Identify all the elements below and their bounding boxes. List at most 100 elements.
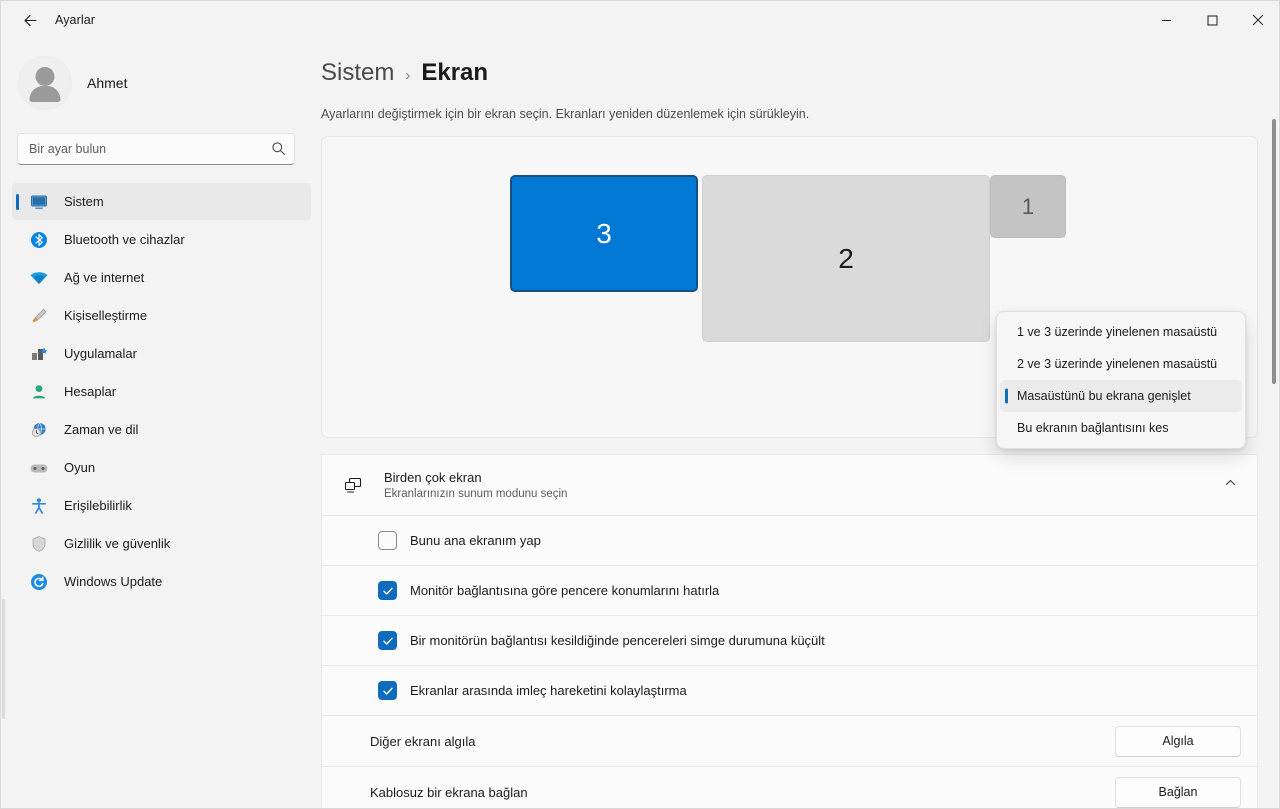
sidebar: Ahmet Sistem	[1, 39, 321, 808]
menu-item-label: 1 ve 3 üzerinde yinelenen masaüstü	[1017, 325, 1218, 339]
sidebar-item-oyun[interactable]: Oyun	[12, 449, 311, 486]
checkbox-row-make-main-display[interactable]: Bunu ana ekranım yap	[321, 516, 1258, 566]
check-icon	[382, 637, 393, 645]
checkbox-row-ease-cursor-movement[interactable]: Ekranlar arasında imleç hareketini kolay…	[321, 666, 1258, 716]
user-name: Ahmet	[87, 75, 128, 91]
multiple-displays-icon	[336, 468, 370, 502]
wifi-icon	[28, 267, 50, 289]
user-avatar-icon-head	[35, 67, 55, 86]
menu-item-duplicate-1-and-3[interactable]: 1 ve 3 üzerinde yinelenen masaüstü	[1000, 316, 1242, 348]
sidebar-item-windows-update[interactable]: Windows Update	[12, 563, 311, 600]
monitor-number: 1	[1021, 193, 1035, 219]
search-input[interactable]	[17, 133, 295, 165]
sidebar-item-label: Hesaplar	[64, 384, 117, 399]
checkbox-row-minimize-windows[interactable]: Bir monitörün bağlantısı kesildiğinde pe…	[321, 616, 1258, 666]
maximize-icon	[1207, 15, 1217, 25]
maximize-button[interactable]	[1189, 1, 1235, 39]
shield-icon	[28, 533, 50, 555]
sidebar-item-label: Bluetooth ve cihazlar	[64, 232, 185, 247]
sidebar-item-zaman-ve-dil[interactable]: Zaman ve dil	[12, 411, 311, 448]
checkbox-row-remember-window-locations[interactable]: Monitör bağlantısına göre pencere konuml…	[321, 566, 1258, 616]
checkbox-ease-cursor-movement[interactable]	[378, 681, 397, 700]
sidebar-item-label: Zaman ve dil	[64, 422, 139, 437]
settings-window: Ayarlar Ahmet Bir ayar bulun Sistem Blue…	[0, 0, 1280, 809]
apps-icon	[28, 343, 50, 365]
sidebar-item-label: Erişilebilirlik	[64, 498, 132, 513]
search-container	[17, 133, 295, 165]
sidebar-nav: Sistem Bluetooth ve cihazlar Ağ ve inter…	[1, 183, 321, 600]
paintbrush-icon	[28, 305, 50, 327]
monitor-number: 2	[838, 242, 854, 274]
main-scrollbar-thumb[interactable]	[1272, 119, 1276, 384]
update-icon	[28, 571, 50, 593]
checkbox-label: Monitör bağlantısına göre pencere konuml…	[410, 583, 720, 598]
checkbox-label: Ekranlar arasında imleç hareketini kolay…	[410, 683, 687, 698]
sidebar-item-label: Oyun	[64, 460, 96, 475]
close-button[interactable]	[1235, 1, 1279, 39]
checkbox-remember-window-locations[interactable]	[378, 581, 397, 600]
window-controls	[1143, 1, 1279, 39]
menu-item-extend-desktop[interactable]: Masaüstünü bu ekrana genişlet	[1000, 380, 1242, 412]
action-label: Diğer ekranı algıla	[370, 733, 476, 749]
check-icon	[382, 587, 393, 595]
monitor-icon	[28, 191, 50, 213]
window-title: Ayarlar	[55, 13, 96, 27]
display-mode-context-menu: 1 ve 3 üzerinde yinelenen masaüstü 2 ve …	[996, 311, 1246, 449]
settings-list: Birden çok ekran Ekranlarınızın sunum mo…	[321, 454, 1258, 808]
sidebar-item-bluetooth-ve-cihazlar[interactable]: Bluetooth ve cihazlar	[12, 221, 311, 258]
user-profile[interactable]: Ahmet	[1, 39, 321, 109]
section-subtitle: Ekranlarınızın sunum modunu seçin	[384, 488, 568, 500]
menu-item-label: 2 ve 3 üzerinde yinelenen masaüstü	[1017, 357, 1218, 371]
sidebar-item-label: Kişiselleştirme	[64, 308, 148, 323]
sidebar-item-label: Gizlilik ve güvenlik	[64, 536, 171, 551]
monitor-box-2[interactable]: 2	[702, 175, 990, 342]
connect-button[interactable]: Bağlan	[1115, 776, 1241, 808]
clock-globe-icon	[28, 419, 50, 441]
sidebar-item-label: Windows Update	[64, 574, 163, 589]
sidebar-item-sistem[interactable]: Sistem	[12, 183, 311, 220]
close-icon	[1252, 14, 1264, 26]
monitor-number: 3	[596, 217, 612, 249]
bluetooth-icon	[28, 229, 50, 251]
action-label: Kablosuz bir ekrana bağlan	[370, 784, 528, 800]
accessibility-icon	[28, 495, 50, 517]
sidebar-item-gizlilik-ve-guvenlik[interactable]: Gizlilik ve güvenlik	[12, 525, 311, 562]
gamepad-icon	[28, 457, 50, 479]
checkbox-minimize-windows[interactable]	[378, 631, 397, 650]
multiple-displays-section-header[interactable]: Birden çok ekran Ekranlarınızın sunum mo…	[321, 454, 1258, 516]
sidebar-scrollbar[interactable]	[2, 599, 5, 719]
sidebar-item-label: Uygulamalar	[64, 346, 137, 361]
chevron-up-icon[interactable]	[1224, 476, 1237, 494]
checkbox-label: Bir monitörün bağlantısı kesildiğinde pe…	[410, 633, 825, 648]
section-title: Birden çok ekran	[384, 470, 482, 485]
checkbox-label: Bunu ana ekranım yap	[410, 533, 541, 548]
back-button[interactable]	[13, 5, 47, 35]
action-row-detect-display: Diğer ekranı algıla Algıla	[321, 716, 1258, 767]
page-subtitle: Ayarlarını değiştirmek için bir ekran se…	[321, 107, 810, 121]
account-icon	[28, 381, 50, 403]
breadcrumb-separator: ›	[405, 67, 411, 84]
menu-item-duplicate-2-and-3[interactable]: 2 ve 3 üzerinde yinelenen masaüstü	[1000, 348, 1242, 380]
monitor-box-1[interactable]: 1	[990, 175, 1066, 238]
checkbox-make-main-display[interactable]	[378, 531, 397, 550]
minimize-button[interactable]	[1143, 1, 1189, 39]
detect-button[interactable]: Algıla	[1115, 725, 1241, 757]
sidebar-item-ag-ve-internet[interactable]: Ağ ve internet	[12, 259, 311, 296]
check-icon	[382, 687, 393, 695]
page-title: Ekran	[421, 59, 489, 86]
menu-item-disconnect-display[interactable]: Bu ekranın bağlantısını kes	[1000, 412, 1242, 444]
sidebar-item-erisilebilirlik[interactable]: Erişilebilirlik	[12, 487, 311, 524]
breadcrumb-parent[interactable]: Sistem	[321, 59, 394, 87]
sidebar-item-uygulamalar[interactable]: Uygulamalar	[12, 335, 311, 372]
action-row-connect-wireless-display: Kablosuz bir ekrana bağlan Bağlan	[321, 767, 1258, 808]
sidebar-item-hesaplar[interactable]: Hesaplar	[12, 373, 311, 410]
menu-item-label: Masaüstünü bu ekrana genişlet	[1017, 389, 1191, 403]
menu-item-label: Bu ekranın bağlantısını kes	[1017, 421, 1169, 435]
sidebar-item-label: Ağ ve internet	[64, 270, 145, 285]
sidebar-item-label: Sistem	[64, 194, 104, 209]
sidebar-item-kisisellestirme[interactable]: Kişiselleştirme	[12, 297, 311, 334]
minimize-icon	[1161, 19, 1171, 21]
title-bar: Ayarlar	[1, 1, 1279, 39]
monitor-box-3[interactable]: 3	[510, 175, 698, 292]
avatar	[19, 57, 71, 109]
